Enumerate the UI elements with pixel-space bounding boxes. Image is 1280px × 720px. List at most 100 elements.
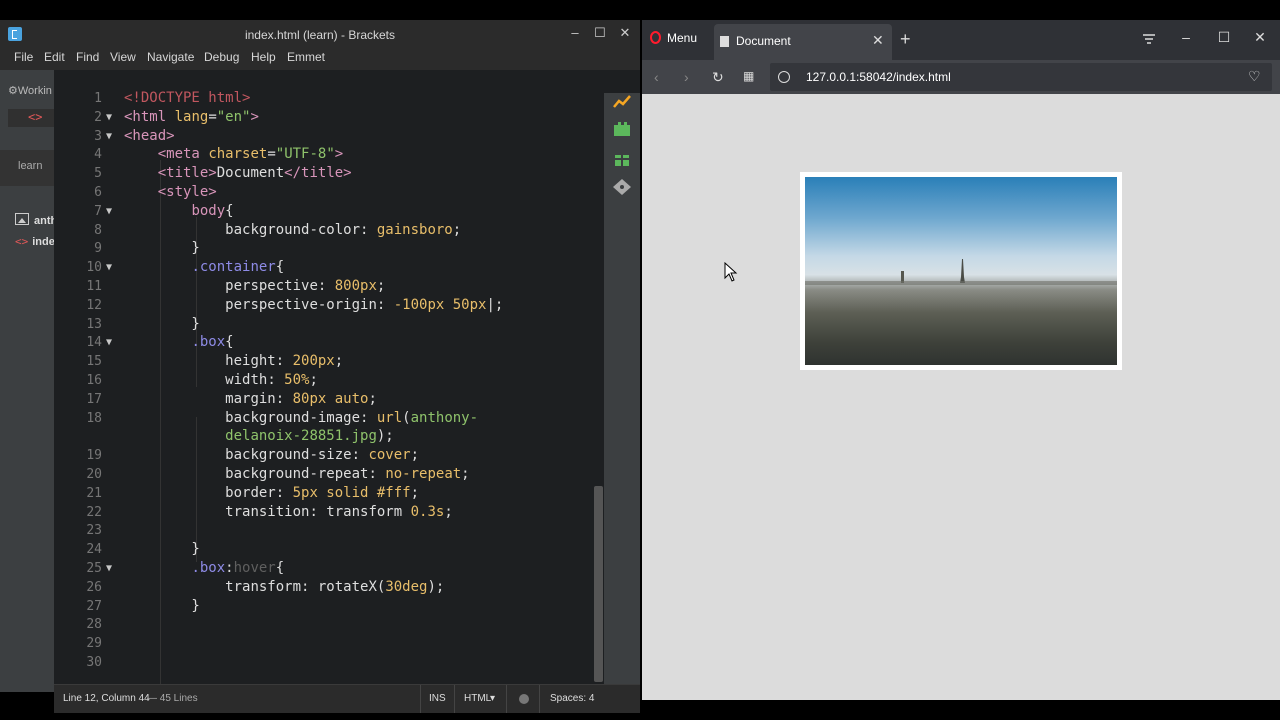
right-toolbar	[604, 93, 640, 684]
easy-setup-icon[interactable]	[1142, 33, 1156, 45]
opera-menu-button[interactable]: Menu	[650, 31, 697, 45]
git-icon[interactable]	[612, 178, 632, 196]
file-item-image[interactable]: anth	[15, 213, 57, 227]
maximize-button[interactable]: ☐	[589, 24, 611, 42]
line-number: 6	[94, 185, 102, 200]
code-line: 22 transition: transform 0.3s;	[54, 503, 604, 522]
tab-document[interactable]: Document ✕	[714, 24, 892, 60]
fold-toggle-icon[interactable]: ▼	[106, 559, 112, 578]
code-line: 8 background-color: gainsboro;	[54, 221, 604, 240]
code-text: perspective: 800px;	[225, 278, 386, 294]
browser-close-button[interactable]: ✕	[1248, 29, 1272, 46]
file-item-index[interactable]: <> inde	[15, 235, 55, 248]
line-number: 9	[94, 241, 102, 257]
code-line: 4 <meta charset="UTF-8">	[54, 145, 604, 164]
working-file-active[interactable]: <>	[8, 109, 54, 127]
code-text: margin: 80px auto;	[225, 390, 377, 407]
menu-emmet[interactable]: Emmet	[287, 50, 325, 64]
code-text: body{	[191, 202, 234, 219]
minimize-button[interactable]: –	[564, 24, 586, 42]
divider	[420, 685, 421, 713]
close-button[interactable]: ✕	[614, 24, 636, 42]
tab-close-icon[interactable]: ✕	[872, 32, 884, 49]
working-files-header: ⚙Workin	[8, 84, 52, 97]
reload-icon[interactable]: ↻	[712, 69, 724, 86]
line-number: 12	[86, 297, 102, 313]
code-text: background-size: cover;	[225, 447, 420, 464]
menu-debug[interactable]: Debug	[204, 50, 239, 64]
code-text: transform: rotateX(30deg);	[225, 578, 445, 595]
file-name: inde	[32, 236, 55, 248]
menu-help[interactable]: Help	[251, 50, 276, 64]
project-header[interactable]: learn	[0, 150, 54, 186]
code-line: 24 }	[54, 540, 604, 559]
insert-mode[interactable]: INS	[429, 693, 446, 704]
fold-toggle-icon[interactable]: ▼	[106, 202, 112, 221]
status-bar: Line 12, Column 44 — 45 Lines INS HTML ▾…	[54, 684, 640, 713]
new-tab-button[interactable]: +	[900, 29, 911, 50]
code-editor[interactable]: 1 <!DOCTYPE html> 2 ▼ <html lang="en"> 3 ▼ <hea…	[54, 72, 604, 684]
window-title: index.html (learn) - Brackets	[244, 28, 396, 42]
fold-toggle-icon[interactable]: ▼	[106, 108, 112, 127]
menu-file[interactable]: File	[14, 50, 33, 64]
url-text[interactable]: 127.0.0.1:58042/index.html	[806, 70, 951, 84]
code-line: 29	[54, 634, 604, 653]
line-number: 2	[94, 109, 102, 125]
code-line: 1 <!DOCTYPE html>	[54, 89, 604, 108]
language-selector[interactable]: HTML	[464, 693, 491, 704]
code-line: 9 }	[54, 239, 604, 258]
code-line: 5 <title>Document</title>	[54, 164, 604, 183]
fold-toggle-icon[interactable]: ▼	[106, 258, 112, 277]
code-text: <meta charset="UTF-8">	[157, 146, 344, 163]
address-field[interactable]: 127.0.0.1:58042/index.html ♡	[770, 63, 1272, 91]
line-number: 16	[86, 373, 102, 388]
divider	[454, 685, 455, 713]
gift-icon[interactable]	[612, 149, 632, 167]
gear-icon[interactable]: ⚙	[8, 85, 18, 97]
line-number: 23	[86, 523, 102, 539]
back-icon[interactable]: ‹	[654, 69, 659, 85]
menu-edit[interactable]: Edit	[44, 50, 65, 64]
code-line: 25 ▼ .box:hover{	[54, 559, 604, 578]
line-number: 27	[86, 598, 102, 614]
forward-icon[interactable]: ›	[684, 69, 689, 85]
globe-icon	[778, 71, 790, 83]
browser-maximize-button[interactable]: ☐	[1212, 29, 1236, 46]
editor-scrollbar[interactable]	[594, 486, 603, 682]
menu-bar: File Edit Find View Navigate Debug Help …	[0, 48, 640, 70]
code-text: height: 200px;	[225, 353, 344, 370]
brackets-window: index.html (learn) - Brackets – ☐ ✕ File…	[0, 20, 640, 713]
code-line: 28	[54, 615, 604, 634]
indent-spaces[interactable]: Spaces: 4	[550, 693, 594, 704]
code-text: border: 5px solid #fff;	[225, 484, 420, 501]
code-text: background-color: gainsboro;	[225, 221, 462, 238]
code-line: delanoix-28851.jpg);	[54, 427, 604, 446]
chevron-down-icon[interactable]: ▾	[490, 693, 495, 704]
line-number: 18	[86, 410, 102, 426]
browser-minimize-button[interactable]: –	[1174, 29, 1198, 45]
speed-dial-icon[interactable]: ▦	[743, 69, 754, 83]
line-number: 28	[86, 617, 102, 633]
fold-toggle-icon[interactable]: ▼	[106, 333, 112, 352]
heart-icon[interactable]: ♡	[1248, 68, 1261, 85]
fold-toggle-icon[interactable]: ▼	[106, 127, 112, 146]
menu-view[interactable]: View	[110, 50, 136, 64]
menu-find[interactable]: Find	[76, 50, 99, 64]
line-number: 7	[94, 203, 102, 219]
code-file-icon: <>	[28, 110, 43, 124]
linter-status-icon[interactable]	[519, 694, 529, 704]
extension-manager-icon[interactable]	[612, 120, 632, 138]
line-number: 29	[86, 636, 102, 652]
code-line: 19 background-size: cover;	[54, 446, 604, 465]
document-icon	[720, 36, 729, 47]
code-line: 14 ▼ .box{	[54, 333, 604, 352]
menu-navigate[interactable]: Navigate	[147, 50, 194, 64]
photo-box[interactable]	[800, 172, 1122, 370]
line-number: 20	[86, 467, 102, 482]
line-number: 17	[86, 391, 102, 407]
code-line: 17 margin: 80px auto;	[54, 390, 604, 409]
code-file-icon: <>	[15, 235, 29, 248]
code-line: 21 border: 5px solid #fff;	[54, 484, 604, 503]
line-number: 3	[94, 128, 102, 144]
live-preview-icon[interactable]	[612, 93, 632, 111]
